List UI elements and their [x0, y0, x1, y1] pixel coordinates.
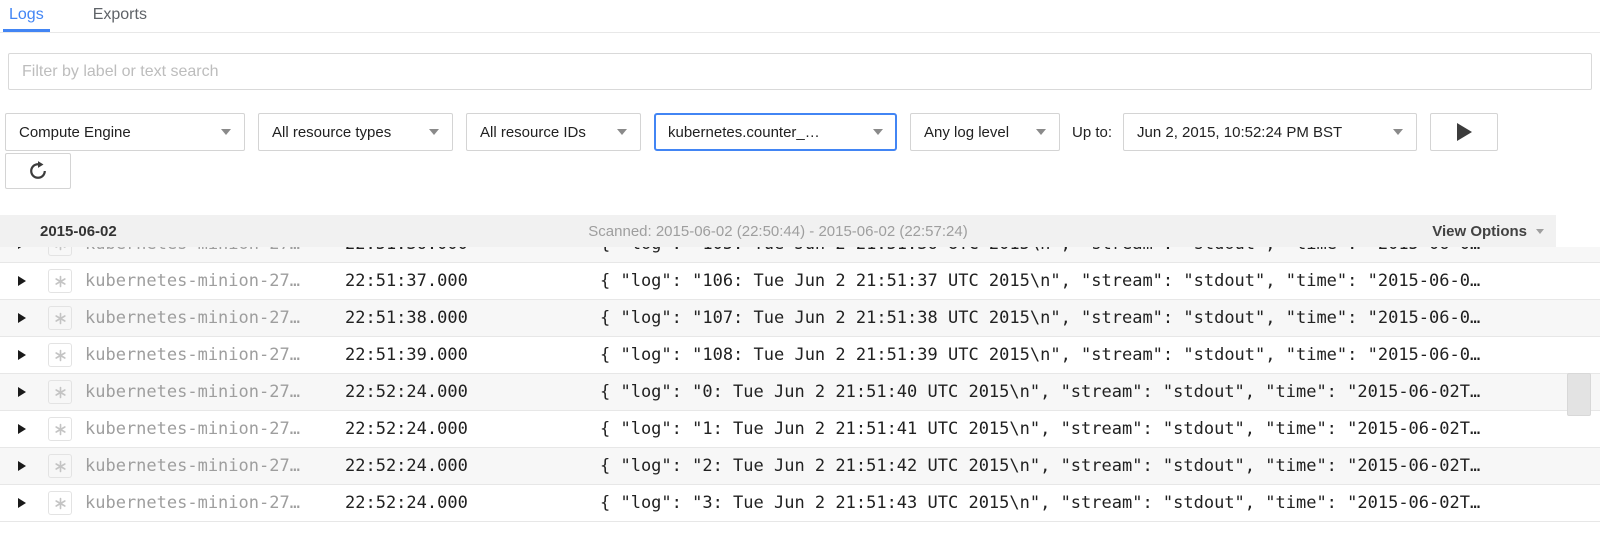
- refresh-icon: [27, 160, 49, 182]
- triangle-right-icon: [18, 350, 26, 360]
- log-source-asterisk-icon: [48, 269, 72, 293]
- expand-row-button[interactable]: [18, 460, 30, 472]
- log-source-asterisk-icon: [48, 247, 72, 256]
- log-source-asterisk-icon: [48, 343, 72, 367]
- refresh-row: [5, 153, 1592, 189]
- chevron-down-icon: [1036, 129, 1046, 135]
- log-source-label: kubernetes-minion-27…: [85, 419, 335, 439]
- log-source-asterisk-icon: [48, 380, 72, 404]
- resource-ids-dropdown-label: All resource IDs: [480, 124, 586, 141]
- service-dropdown[interactable]: Compute Engine: [5, 113, 245, 151]
- log-list-header: Scanned: 2015-06-02 (22:50:44) - 2015-06…: [0, 215, 1556, 247]
- refresh-button[interactable]: [5, 153, 71, 189]
- log-row[interactable]: kubernetes-minion-27… 22:51:39.000 { "lo…: [0, 337, 1600, 374]
- tab-logs[interactable]: Logs: [3, 0, 50, 32]
- view-options-button[interactable]: View Options: [1432, 223, 1544, 240]
- expand-row-button[interactable]: [18, 386, 30, 398]
- log-row[interactable]: kubernetes-minion-27… 22:52:24.000 { "lo…: [0, 374, 1600, 411]
- log-message: { "log": "106: Tue Jun 2 21:51:37 UTC 20…: [600, 271, 1556, 291]
- log-message: { "log": "108: Tue Jun 2 21:51:39 UTC 20…: [600, 345, 1556, 365]
- scrollbar-thumb[interactable]: [1567, 373, 1591, 416]
- log-row[interactable]: kubernetes-minion-27… 22:52:24.000 { "lo…: [0, 485, 1600, 522]
- log-source-label: kubernetes-minion-27…: [85, 247, 335, 254]
- log-timestamp: 22:51:36.000: [345, 247, 485, 254]
- log-level-dropdown[interactable]: Any log level: [910, 113, 1060, 151]
- log-message: { "log": "3: Tue Jun 2 21:51:43 UTC 2015…: [600, 493, 1556, 513]
- log-timestamp: 22:51:37.000: [345, 271, 485, 291]
- triangle-right-icon: [18, 387, 26, 397]
- expand-row-button[interactable]: [18, 497, 30, 509]
- chevron-down-icon: [617, 129, 627, 135]
- up-to-label: Up to:: [1072, 124, 1112, 141]
- log-source-label: kubernetes-minion-27…: [85, 271, 335, 291]
- log-timestamp: 22:52:24.000: [345, 456, 485, 476]
- search-row: [8, 53, 1592, 90]
- expand-row-button[interactable]: [18, 312, 30, 324]
- expand-row-button[interactable]: [18, 247, 30, 250]
- triangle-right-icon: [18, 247, 26, 249]
- log-source-asterisk-icon: [48, 417, 72, 441]
- log-list: kubernetes-minion-27… 22:51:36.000 { "lo…: [0, 247, 1600, 534]
- stream-logs-play-button[interactable]: [1430, 113, 1498, 151]
- log-timestamp: 22:52:24.000: [345, 382, 485, 402]
- chevron-down-icon: [1393, 129, 1403, 135]
- resource-ids-dropdown[interactable]: All resource IDs: [466, 113, 641, 151]
- log-name-dropdown-label: kubernetes.counter_…: [668, 124, 820, 141]
- resource-types-dropdown-label: All resource types: [272, 124, 391, 141]
- triangle-right-icon: [18, 461, 26, 471]
- service-dropdown-label: Compute Engine: [19, 124, 131, 141]
- scanned-range-label: Scanned: 2015-06-02 (22:50:44) - 2015-06…: [0, 223, 1556, 240]
- expand-row-button[interactable]: [18, 349, 30, 361]
- log-message: { "log": "105: Tue Jun 2 21:51:36 UTC 20…: [600, 247, 1556, 254]
- log-source-label: kubernetes-minion-27…: [85, 345, 335, 365]
- triangle-right-icon: [18, 313, 26, 323]
- log-source-asterisk-icon: [48, 454, 72, 478]
- log-source-label: kubernetes-minion-27…: [85, 308, 335, 328]
- log-row[interactable]: kubernetes-minion-27… 22:51:36.000 { "lo…: [0, 247, 1600, 263]
- tabs-bar: Logs Exports: [0, 0, 1600, 33]
- log-message: { "log": "1: Tue Jun 2 21:51:41 UTC 2015…: [600, 419, 1556, 439]
- log-source-asterisk-icon: [48, 491, 72, 515]
- log-timestamp: 22:52:24.000: [345, 493, 485, 513]
- log-timestamp: 22:51:38.000: [345, 308, 485, 328]
- chevron-down-icon: [873, 129, 883, 135]
- view-options-label: View Options: [1432, 223, 1527, 240]
- log-source-label: kubernetes-minion-27…: [85, 493, 335, 513]
- play-icon: [1457, 123, 1472, 141]
- resource-types-dropdown[interactable]: All resource types: [258, 113, 453, 151]
- expand-row-button[interactable]: [18, 423, 30, 435]
- tab-exports[interactable]: Exports: [87, 0, 153, 32]
- datetime-dropdown-label: Jun 2, 2015, 10:52:24 PM BST: [1137, 124, 1342, 141]
- log-message: { "log": "2: Tue Jun 2 21:51:42 UTC 2015…: [600, 456, 1556, 476]
- search-input[interactable]: [8, 53, 1592, 90]
- expand-row-button[interactable]: [18, 275, 30, 287]
- log-level-dropdown-label: Any log level: [924, 124, 1009, 141]
- triangle-right-icon: [18, 276, 26, 286]
- log-source-asterisk-icon: [48, 306, 72, 330]
- log-row[interactable]: kubernetes-minion-27… 22:52:24.000 { "lo…: [0, 448, 1600, 485]
- log-message: { "log": "107: Tue Jun 2 21:51:38 UTC 20…: [600, 308, 1556, 328]
- log-source-label: kubernetes-minion-27…: [85, 456, 335, 476]
- log-source-label: kubernetes-minion-27…: [85, 382, 335, 402]
- log-timestamp: 22:52:24.000: [345, 419, 485, 439]
- triangle-right-icon: [18, 498, 26, 508]
- chevron-down-icon: [429, 129, 439, 135]
- log-name-dropdown[interactable]: kubernetes.counter_…: [654, 113, 897, 151]
- log-row[interactable]: kubernetes-minion-27… 22:51:38.000 { "lo…: [0, 300, 1600, 337]
- log-row[interactable]: kubernetes-minion-27… 22:52:24.000 { "lo…: [0, 411, 1600, 448]
- log-timestamp: 22:51:39.000: [345, 345, 485, 365]
- triangle-right-icon: [18, 424, 26, 434]
- log-row[interactable]: kubernetes-minion-27… 22:51:37.000 { "lo…: [0, 263, 1600, 300]
- chevron-down-icon: [1536, 229, 1544, 234]
- chevron-down-icon: [221, 129, 231, 135]
- log-message: { "log": "0: Tue Jun 2 21:51:40 UTC 2015…: [600, 382, 1556, 402]
- filter-row: Compute Engine All resource types All re…: [5, 113, 1592, 151]
- datetime-dropdown[interactable]: Jun 2, 2015, 10:52:24 PM BST: [1123, 113, 1417, 151]
